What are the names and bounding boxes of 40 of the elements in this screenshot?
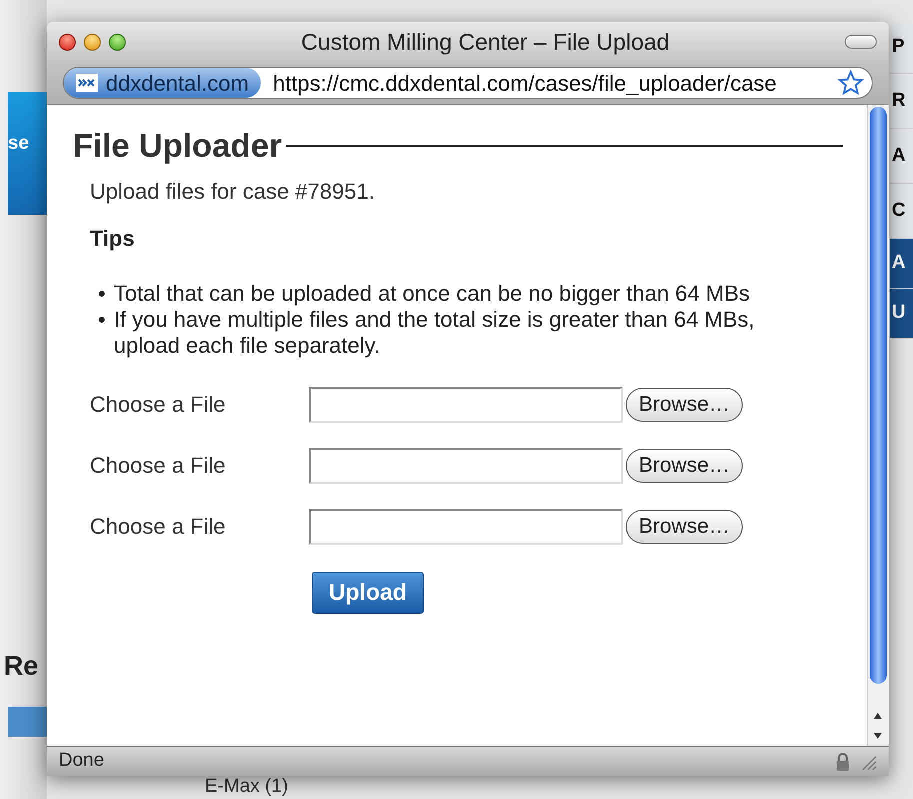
- side-tab[interactable]: P: [890, 22, 913, 74]
- intro-text: Upload files for case #78951.: [90, 178, 376, 206]
- minimize-icon[interactable]: [84, 34, 101, 50]
- side-tab[interactable]: C: [890, 184, 913, 239]
- lock-icon: [835, 752, 851, 772]
- side-tab[interactable]: A: [890, 239, 913, 289]
- menu-bar: [8, 707, 48, 737]
- scrollbar[interactable]: [867, 105, 889, 746]
- field-label: Choose a File: [90, 513, 227, 541]
- browse-button[interactable]: Browse…: [626, 510, 744, 544]
- list-item: E-Max (1): [205, 776, 288, 798]
- status-text: Done: [59, 749, 106, 774]
- page-heading: File Uploader: [73, 126, 282, 166]
- file-field[interactable]: [309, 448, 623, 484]
- site-label: ddxdental.com: [106, 70, 250, 98]
- side-tab[interactable]: U: [890, 289, 913, 339]
- tips-heading: Tips: [90, 224, 136, 253]
- address-bar[interactable]: ddxdental.com https://cmc.ddxdental.com/cases/file_uploader/case: [63, 67, 873, 99]
- bullet-icon: [99, 316, 105, 322]
- zoom-icon[interactable]: [109, 34, 126, 50]
- tip-text: If you have multiple files and the total size is greater than 64 MBs, upload each file separately.: [114, 306, 756, 358]
- side-tab[interactable]: R: [890, 74, 913, 129]
- upload-button[interactable]: Upload: [312, 572, 424, 614]
- toolbar-toggle-icon[interactable]: [845, 35, 877, 49]
- close-icon[interactable]: [59, 34, 76, 50]
- section-heading: Re: [4, 650, 39, 683]
- bullet-icon: [99, 290, 105, 296]
- browse-button[interactable]: Browse…: [626, 448, 744, 482]
- window-title: Custom Milling Center – File Upload: [301, 28, 670, 57]
- url-text: https://cmc.ddxdental.com/cases/file_uploader/case: [272, 70, 778, 98]
- bookmark-star-icon[interactable]: [838, 70, 864, 96]
- banner-text: se: [8, 133, 30, 154]
- field-label: Choose a File: [90, 452, 227, 480]
- browse-button[interactable]: Browse…: [626, 388, 744, 422]
- file-field[interactable]: [309, 508, 623, 544]
- tip-text: Total that can be uploaded at once can be no bigger than 64 MBs: [114, 280, 750, 306]
- file-field[interactable]: [309, 386, 623, 422]
- site-logo-icon: [76, 74, 98, 92]
- side-tab[interactable]: A: [890, 129, 913, 184]
- field-label: Choose a File: [90, 391, 227, 419]
